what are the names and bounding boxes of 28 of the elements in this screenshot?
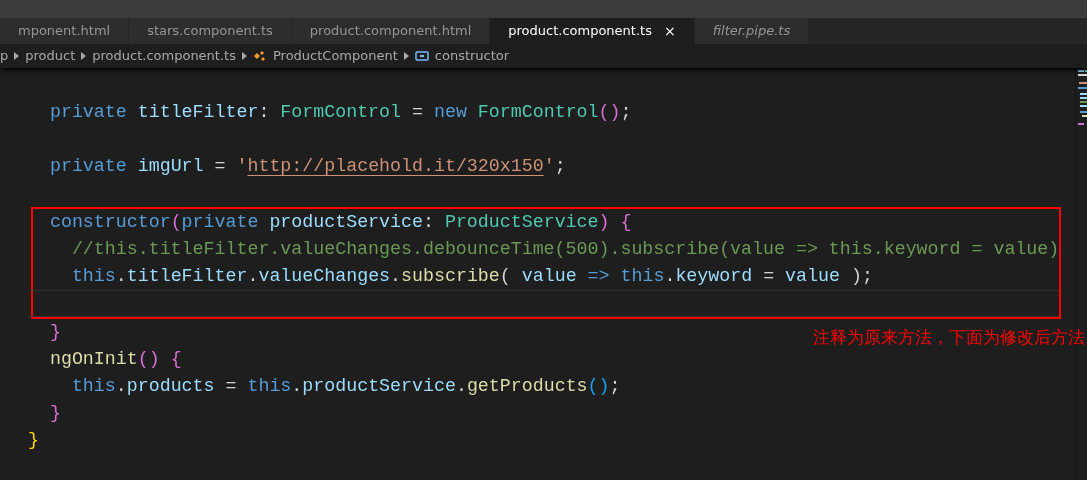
chevron-icon [81,52,87,60]
code-line: } [48,322,61,342]
breadcrumb-item[interactable]: p [0,46,9,66]
editor-tab[interactable]: stars.component.ts [129,18,292,44]
editor-tab[interactable]: product.component.html [291,18,491,44]
breadcrumb-item[interactable]: constructor [434,46,510,66]
code-line: //this.titleFilter.valueChanges.debounceTime(500).subscribe(value => this.keyword = value) [70,239,1060,259]
code-line: private titleFilter: FormControl = new FormControl(); [48,102,632,122]
code-line: constructor(private productService: ProductService) { [48,212,632,232]
editor-tab[interactable]: filter.pipe.ts [694,18,810,44]
editor-tab[interactable]: mponent.html [0,18,130,44]
chevron-icon [241,52,247,60]
editor-tab[interactable]: product.component.ts × [490,18,695,44]
code-line: this.titleFilter.valueChanges.subscribe( value => this.keyword = value ); [70,266,873,286]
chevron-icon [14,52,20,60]
class-icon [252,50,267,62]
code-line: this.products = this.productService.getProducts(); [70,376,621,396]
chevron-icon [403,52,409,60]
method-icon [414,50,429,62]
annotation-note: 注释为原来方法，下面为修改后方法 [813,326,1085,349]
code-line: ngOnInit() { [48,349,182,369]
code-line: } [48,403,61,423]
code-line: } [28,430,39,450]
breadcrumb-item[interactable]: ProductComponent [272,46,398,66]
code-line: private imgUrl = 'http://placehold.it/320x150'; [48,156,566,176]
breadcrumb-item[interactable]: product [25,46,76,66]
close-icon[interactable]: × [663,20,676,42]
breadcrumb-item[interactable]: product.component.ts [92,46,236,66]
